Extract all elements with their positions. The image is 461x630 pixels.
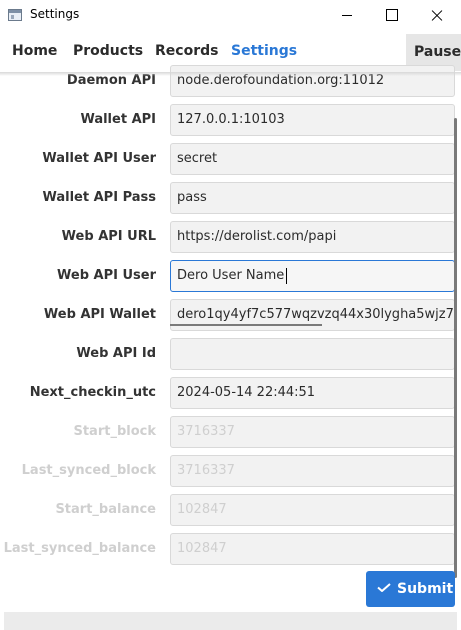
wallet-api-user-label: Wallet API User bbox=[42, 151, 156, 166]
web-api-wallet-input[interactable]: dero1qy4yf7c577wqzvzq44x30lygha5wjz7v bbox=[170, 299, 455, 331]
close-button[interactable] bbox=[414, 0, 460, 31]
last-synced-balance-label: Last_synced_balance bbox=[3, 541, 156, 556]
web-api-url-input[interactable]: https://derolist.com/papi bbox=[170, 221, 455, 253]
start-block-input: 3716337 bbox=[170, 416, 455, 448]
next-checkin-utc-label: Next_checkin_utc bbox=[29, 385, 156, 400]
wallet-api-input[interactable]: 127.0.0.1:10103 bbox=[170, 104, 455, 136]
last-synced-balance-input: 102847 bbox=[170, 533, 455, 565]
last-synced-block-label: Last_synced_block bbox=[21, 463, 156, 478]
vertical-scrollbar[interactable] bbox=[454, 118, 457, 578]
wallet-api-pass-value: pass bbox=[177, 190, 207, 205]
start-block-label: Start_block bbox=[73, 424, 156, 439]
tab-settings[interactable]: Settings bbox=[231, 43, 297, 59]
window-title: Settings bbox=[30, 7, 80, 21]
form-row-web-api-user: Web API User Dero User Name bbox=[0, 260, 461, 292]
last-synced-balance-value: 102847 bbox=[177, 541, 227, 556]
web-api-url-value: https://derolist.com/papi bbox=[177, 229, 337, 244]
tab-bar-shadow bbox=[0, 72, 461, 76]
window-app-icon bbox=[8, 9, 22, 21]
wallet-api-label: Wallet API bbox=[80, 112, 156, 127]
maximize-button[interactable] bbox=[369, 0, 415, 31]
web-api-user-input[interactable]: Dero User Name bbox=[170, 260, 455, 292]
form-row-web-api-id: Web API Id bbox=[0, 338, 461, 370]
checkmark-icon bbox=[377, 583, 391, 592]
submit-button-label: Submit bbox=[397, 581, 454, 597]
wallet-api-user-input[interactable]: secret bbox=[170, 143, 455, 175]
web-api-user-value: Dero User Name bbox=[177, 268, 285, 283]
last-synced-block-value: 3716337 bbox=[177, 463, 235, 478]
web-api-id-input[interactable] bbox=[170, 338, 455, 370]
form-row-web-api-url: Web API URL https://derolist.com/papi bbox=[0, 221, 461, 253]
pause-button-label: Pause bbox=[414, 44, 461, 60]
web-api-url-label: Web API URL bbox=[61, 229, 156, 244]
start-balance-value: 102847 bbox=[177, 502, 227, 517]
form-row-next-checkin-utc: Next_checkin_utc 2024-05-14 22:44:51 bbox=[0, 377, 461, 409]
next-checkin-utc-value: 2024-05-14 22:44:51 bbox=[177, 385, 316, 400]
web-api-user-label: Web API User bbox=[57, 268, 156, 283]
wallet-api-value: 127.0.0.1:10103 bbox=[177, 112, 285, 127]
next-checkin-utc-input[interactable]: 2024-05-14 22:44:51 bbox=[170, 377, 455, 409]
start-balance-label: Start_balance bbox=[55, 502, 156, 517]
tab-records[interactable]: Records bbox=[155, 43, 218, 59]
tab-products[interactable]: Products bbox=[73, 43, 143, 59]
tab-home[interactable]: Home bbox=[12, 43, 57, 59]
text-caret bbox=[286, 268, 287, 284]
web-api-wallet-label: Web API Wallet bbox=[43, 307, 156, 322]
form-row-start-balance: Start_balance 102847 bbox=[0, 494, 461, 526]
web-api-wallet-value: dero1qy4yf7c577wqzvzq44x30lygha5wjz7v bbox=[177, 307, 455, 322]
form-row-daemon-api: Daemon API node.derofoundation.org:11012 bbox=[0, 65, 461, 97]
form-row-last-synced-balance: Last_synced_balance 102847 bbox=[0, 533, 461, 565]
footer-bar bbox=[4, 612, 457, 630]
wallet-api-user-value: secret bbox=[177, 151, 218, 166]
form-row-web-api-wallet: Web API Wallet dero1qy4yf7c577wqzvzq44x3… bbox=[0, 299, 461, 331]
wallet-api-pass-input[interactable]: pass bbox=[170, 182, 455, 214]
web-api-id-label: Web API Id bbox=[76, 346, 156, 361]
form-row-wallet-api-pass: Wallet API Pass pass bbox=[0, 182, 461, 214]
form-row-last-synced-block: Last_synced_block 3716337 bbox=[0, 455, 461, 487]
last-synced-block-input: 3716337 bbox=[170, 455, 455, 487]
title-bar: Settings bbox=[0, 0, 461, 31]
form-row-wallet-api: Wallet API 127.0.0.1:10103 bbox=[0, 104, 461, 136]
start-balance-input: 102847 bbox=[170, 494, 455, 526]
submit-button[interactable]: Submit bbox=[366, 571, 455, 607]
form-row-wallet-api-user: Wallet API User secret bbox=[0, 143, 461, 175]
daemon-api-input[interactable]: node.derofoundation.org:11012 bbox=[170, 65, 455, 97]
minimize-button[interactable] bbox=[324, 0, 370, 31]
start-block-value: 3716337 bbox=[177, 424, 235, 439]
wallet-api-pass-label: Wallet API Pass bbox=[42, 190, 157, 205]
input-scroll-indicator bbox=[170, 324, 322, 326]
form-row-start-block: Start_block 3716337 bbox=[0, 416, 461, 448]
settings-form: Daemon API node.derofoundation.org:11012… bbox=[0, 62, 461, 565]
